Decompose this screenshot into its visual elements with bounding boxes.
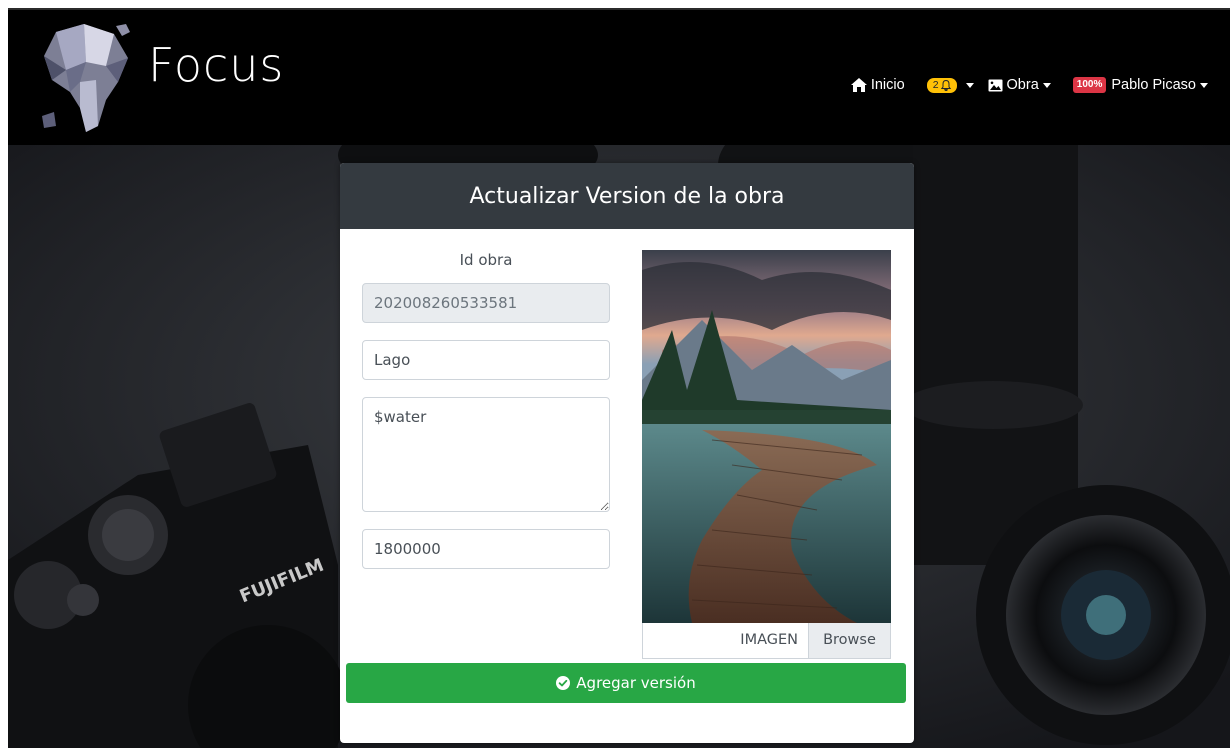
image-column: IMAGEN Browse	[642, 250, 891, 659]
form-fields: Id obra 202008260533581 Lago $water 1800…	[362, 251, 610, 586]
chevron-down-icon	[1042, 82, 1051, 88]
id-obra-label: Id obra	[459, 251, 513, 269]
notifications-badge: 2	[926, 77, 957, 93]
nav-obra[interactable]: Obra	[988, 77, 1051, 93]
nav-notifications[interactable]: 2	[926, 77, 974, 93]
file-input-label: IMAGEN	[740, 632, 798, 648]
nav-user[interactable]: 100% Pablo Picaso	[1072, 77, 1208, 93]
nav-items: Inicio 2 Obra 100% Pablo Picaso	[850, 74, 1208, 96]
notifications-count: 2	[932, 78, 939, 91]
nav-obra-label: Obra	[1006, 77, 1039, 93]
navbar: Focus Inicio 2 Obra 100% Pablo Picaso	[8, 8, 1230, 145]
price-field[interactable]: 1800000	[362, 529, 610, 569]
name-field[interactable]: Lago	[362, 340, 610, 380]
home-icon	[850, 78, 867, 92]
chevron-down-icon	[1200, 82, 1208, 88]
nav-home-label: Inicio	[870, 77, 905, 93]
brand-name[interactable]: Focus	[148, 42, 284, 88]
bell-icon	[940, 79, 951, 91]
image-icon	[988, 79, 1003, 92]
artwork-preview-image	[642, 250, 891, 623]
user-name: Pablo Picaso	[1111, 77, 1196, 93]
chevron-down-icon	[965, 82, 974, 88]
browse-button[interactable]: Browse	[808, 623, 890, 658]
description-field[interactable]: $water	[362, 397, 610, 512]
nav-home[interactable]: Inicio	[850, 77, 905, 93]
card-title: Actualizar Version de la obra	[340, 163, 914, 229]
elephant-logo[interactable]	[36, 22, 132, 134]
id-obra-field: 202008260533581	[362, 283, 610, 323]
add-version-label: Agregar versión	[576, 674, 696, 692]
app-frame: FUJIFILM Focus Inicio 2 Obra 100% Pablo …	[8, 8, 1230, 748]
add-version-button[interactable]: Agregar versión	[346, 663, 906, 703]
image-file-input[interactable]: IMAGEN Browse	[642, 623, 891, 659]
update-version-card: Actualizar Version de la obra Id obra 20…	[340, 163, 914, 743]
user-progress-badge: 100%	[1072, 77, 1107, 93]
check-circle-icon	[556, 676, 571, 690]
